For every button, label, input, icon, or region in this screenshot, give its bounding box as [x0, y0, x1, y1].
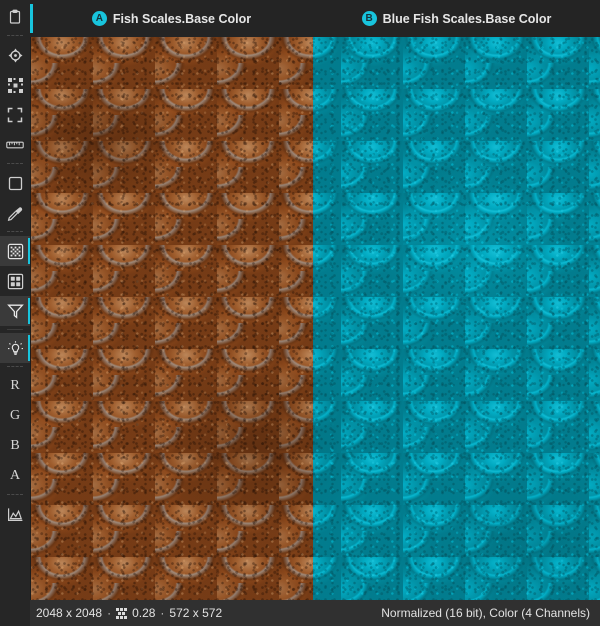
display-size: 572 x 572 [169, 606, 223, 620]
tool-sidebar: R G B A [0, 0, 30, 626]
sidebar-divider-3 [7, 231, 23, 233]
status-separator-1: · [107, 606, 112, 620]
ruler-icon[interactable] [0, 130, 30, 160]
sidebar-divider-5 [7, 366, 23, 368]
sidebar-divider-6 [7, 494, 23, 496]
channel-button-r[interactable]: R [0, 371, 30, 401]
header-pane-b[interactable]: B Blue Fish Scales.Base Color [313, 0, 600, 37]
header-pane-a[interactable]: A Fish Scales.Base Color [30, 0, 313, 37]
zoom-level[interactable]: 0.28 [132, 606, 155, 620]
fit-icon[interactable] [0, 100, 30, 130]
texture-compare-window: R G B A A Fish Scales.Base Color B Blue … [0, 0, 600, 626]
main-column: A Fish Scales.Base Color B Blue Fish Sca… [30, 0, 600, 626]
sidebar-divider-4 [7, 329, 23, 330]
sidebar-divider-2 [7, 163, 23, 165]
pane-b-badge: B [361, 11, 377, 26]
status-separator-2: · [160, 606, 165, 620]
texture-image-b [313, 37, 600, 600]
pixel-grid-icon[interactable] [0, 236, 30, 266]
pane-a-title: Fish Scales.Base Color [112, 11, 252, 26]
compare-header: A Fish Scales.Base Color B Blue Fish Sca… [30, 0, 600, 37]
blue-wash-layer [313, 37, 600, 600]
tile-grid-icon[interactable] [0, 266, 30, 296]
canvas-area[interactable] [31, 37, 600, 600]
status-bar: 2048 x 2048 · 0.28 · 572 x 572 Normalize… [30, 600, 600, 626]
brightness-icon[interactable] [0, 333, 30, 363]
channel-button-g[interactable]: G [0, 401, 30, 431]
pane-a-badge: A [91, 11, 107, 26]
scale-grain-a [31, 37, 313, 600]
scatter-icon[interactable] [0, 70, 30, 100]
clipboard-icon[interactable] [0, 2, 30, 32]
status-left-group: 2048 x 2048 · 0.28 · 572 x 572 [36, 606, 222, 620]
channel-button-a[interactable]: A [0, 461, 30, 491]
image-resolution: 2048 x 2048 [36, 606, 103, 620]
texture-image-a [31, 37, 313, 600]
texture-pane-a[interactable] [31, 37, 313, 600]
target-icon[interactable] [0, 40, 30, 70]
filter-icon[interactable] [0, 296, 30, 326]
zoom-pixel-icon [116, 607, 128, 619]
sidebar-divider-1 [7, 35, 23, 37]
histogram-icon[interactable] [0, 499, 30, 529]
square-icon[interactable] [0, 168, 30, 198]
texture-pane-b[interactable] [313, 37, 600, 600]
eyedropper-icon[interactable] [0, 198, 30, 228]
pixel-format: Normalized (16 bit), Color (4 Channels) [381, 606, 590, 620]
header-accent-bar [30, 4, 33, 33]
image-viewport[interactable] [30, 37, 600, 600]
pane-b-title: Blue Fish Scales.Base Color [382, 11, 552, 26]
channel-button-b[interactable]: B [0, 431, 30, 461]
